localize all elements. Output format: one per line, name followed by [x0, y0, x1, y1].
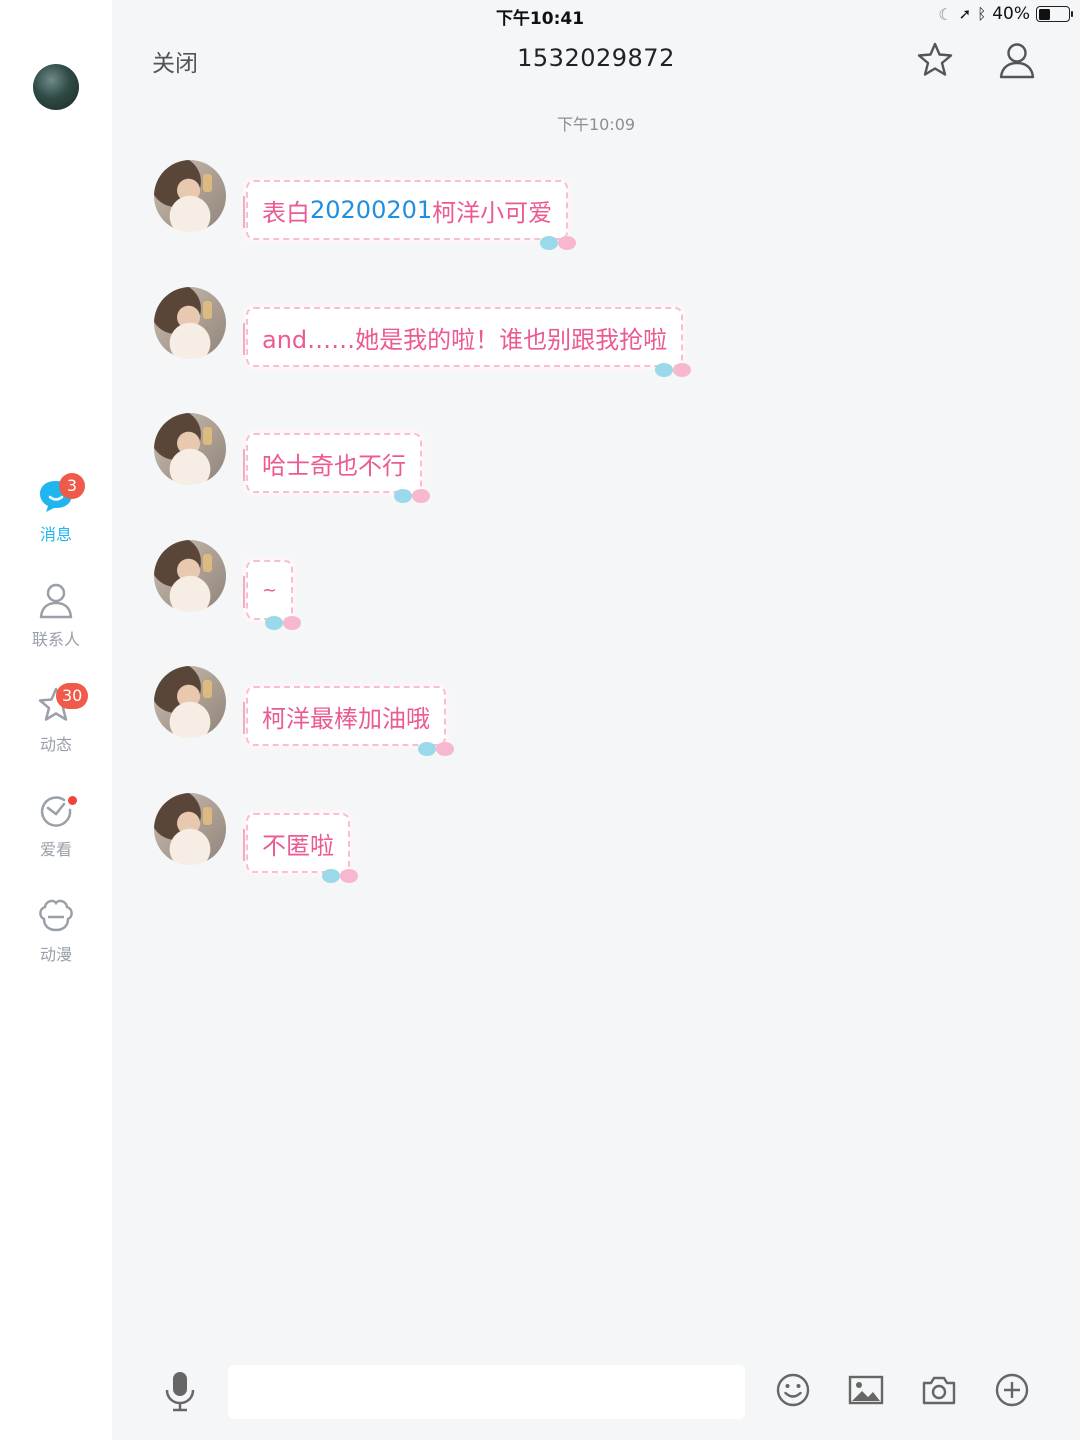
- message-text: 柯洋小可爱: [432, 198, 553, 227]
- status-time: 下午10:41: [495, 9, 585, 29]
- sidebar-item-messages[interactable]: 3 消息: [0, 473, 112, 545]
- contacts-icon: [36, 580, 76, 620]
- message-bubble[interactable]: ~: [242, 560, 302, 630]
- message-text: 不匿啦: [262, 831, 334, 860]
- contact-avatar[interactable]: [154, 540, 226, 612]
- sidebar-item-moments[interactable]: 30 动态: [0, 683, 112, 755]
- contact-avatar[interactable]: [154, 287, 226, 359]
- sidebar-item-label: 联系人: [31, 630, 80, 649]
- sidebar-item-label: 消息: [39, 525, 72, 544]
- bubble-decoration-icon: [416, 740, 460, 758]
- watch-notification-dot: [68, 796, 77, 805]
- message-row: 柯洋最棒加油哦: [154, 666, 454, 756]
- sidebar-item-contacts[interactable]: 联系人: [0, 580, 112, 650]
- message-text: ~: [262, 579, 278, 601]
- message-row: 表白 20200201 柯洋小可爱: [154, 160, 577, 250]
- message-bubble[interactable]: 表白 20200201 柯洋小可爱: [242, 180, 577, 250]
- sidebar: 3 消息 联系人 30 动态 爱看 动漫: [0, 0, 112, 1440]
- status-bar: iPad 下午10:41 ☾ ➚ ᛒ 40%: [0, 0, 1080, 30]
- message-row: 不匿啦: [154, 793, 358, 883]
- moon-icon: ☾: [938, 4, 953, 24]
- profile-icon[interactable]: [997, 40, 1037, 80]
- message-text-highlight: 20200201: [310, 196, 433, 224]
- message-row: 哈士奇也不行: [154, 413, 430, 503]
- star-icon: 30: [36, 683, 89, 725]
- message-bubble[interactable]: 柯洋最棒加油哦: [243, 686, 454, 756]
- camera-icon[interactable]: [919, 1370, 959, 1410]
- moments-badge: 30: [56, 683, 89, 709]
- messages-badge: 3: [59, 473, 85, 499]
- anime-icon: [36, 895, 76, 935]
- message-input[interactable]: [228, 1365, 745, 1419]
- battery-icon: [1036, 6, 1073, 22]
- image-icon[interactable]: [846, 1370, 886, 1410]
- battery-percent: 40%: [992, 4, 1030, 24]
- bubble-decoration-icon: [653, 361, 697, 379]
- message-row: and……她是我的啦！谁也别跟我抢啦: [154, 287, 692, 377]
- sidebar-item-label: 爱看: [39, 840, 72, 859]
- bubble-decoration-icon: [392, 487, 436, 505]
- my-avatar[interactable]: [33, 64, 79, 110]
- message-text: and……她是我的啦！谁也别跟我抢啦: [262, 325, 668, 354]
- bubble-decoration-icon: [320, 867, 364, 885]
- sidebar-item-watch[interactable]: 爱看: [0, 790, 112, 860]
- emoji-icon[interactable]: [773, 1370, 813, 1410]
- chat-timestamp: 下午10:09: [556, 115, 636, 134]
- message-bubble[interactable]: 哈士奇也不行: [243, 433, 430, 503]
- sidebar-item-anime[interactable]: 动漫: [0, 895, 112, 965]
- message-text: 柯洋最棒加油哦: [262, 704, 430, 733]
- battery-level: [1038, 8, 1051, 20]
- microphone-icon[interactable]: [162, 1370, 198, 1412]
- contact-avatar[interactable]: [154, 160, 226, 232]
- sidebar-item-label: 动漫: [39, 945, 72, 964]
- bubble-decoration-icon: [263, 614, 307, 632]
- add-icon[interactable]: [992, 1370, 1032, 1410]
- watch-icon: [36, 790, 77, 830]
- status-right: ☾ ➚ ᛒ 40%: [938, 4, 1073, 24]
- location-icon: ➚: [958, 5, 972, 23]
- message-bubble[interactable]: 不匿啦: [243, 813, 358, 883]
- message-bubble-icon: 3: [36, 473, 85, 515]
- message-text: 表白: [262, 198, 310, 227]
- message-bubble[interactable]: and……她是我的啦！谁也别跟我抢啦: [242, 307, 692, 377]
- message-row: ~: [154, 540, 302, 630]
- favorite-star-icon[interactable]: [915, 40, 955, 80]
- contact-avatar[interactable]: [154, 666, 226, 738]
- contact-avatar[interactable]: [154, 793, 226, 865]
- message-text: 哈士奇也不行: [262, 451, 406, 480]
- contact-avatar[interactable]: [154, 413, 226, 485]
- sidebar-item-label: 动态: [39, 735, 72, 754]
- bluetooth-icon: ᛒ: [977, 5, 987, 23]
- bubble-decoration-icon: [538, 234, 582, 252]
